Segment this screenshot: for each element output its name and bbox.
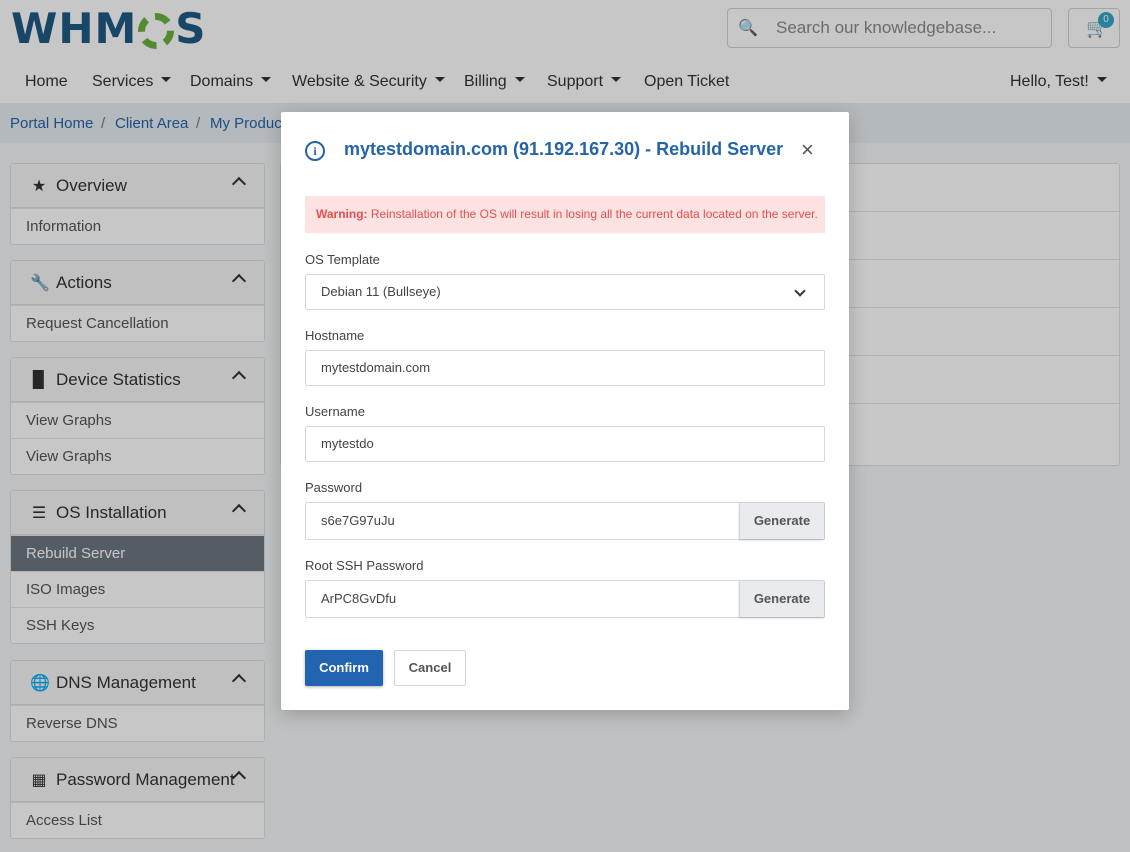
hostname-label: Hostname [305,328,365,343]
username-input[interactable]: mytestdo [305,426,825,462]
close-icon[interactable]: × [801,139,814,161]
os-template-select[interactable]: Debian 11 (Bullseye) [305,274,825,310]
hostname-input[interactable]: mytestdomain.com [305,350,825,386]
root-ssh-password-input[interactable]: ArPC8GvDfu [321,581,396,617]
chevron-down-icon [794,285,806,297]
warning-prefix: Warning: [316,207,368,221]
warning-alert: Warning: Reinstallation of the OS will r… [305,196,825,233]
info-icon: i [305,141,325,161]
password-label: Password [305,480,363,495]
generate-password-button[interactable]: Generate [739,503,824,539]
root-ssh-password-input-group: ArPC8GvDfu Generate [305,580,825,618]
password-input-group: s6e7G97uJu Generate [305,502,825,540]
username-label: Username [305,404,365,419]
generate-root-password-button[interactable]: Generate [739,581,824,617]
confirm-button[interactable]: Confirm [305,650,383,686]
rebuild-server-modal: i mytestdomain.com (91.192.167.30) - Reb… [281,112,849,710]
cancel-button[interactable]: Cancel [394,650,466,686]
os-template-label: OS Template [305,252,380,267]
os-template-value: Debian 11 (Bullseye) [321,284,441,299]
warning-text: Reinstallation of the OS will result in … [370,207,818,221]
root-ssh-password-label: Root SSH Password [305,558,424,573]
modal-title: mytestdomain.com (91.192.167.30) - Rebui… [344,139,784,159]
password-input[interactable]: s6e7G97uJu [321,503,395,539]
